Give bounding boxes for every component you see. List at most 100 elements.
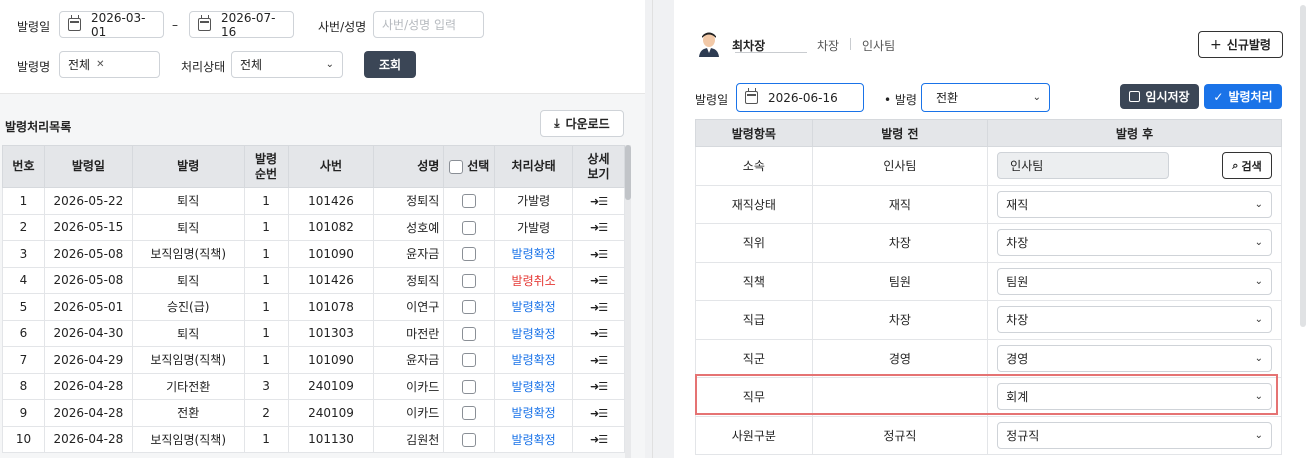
list-scrollbar[interactable]	[625, 145, 631, 458]
cell-select[interactable]	[443, 293, 496, 321]
cell-no: 3	[2, 240, 45, 268]
new-appointment-button[interactable]: + 신규발령	[1198, 31, 1283, 58]
detail-view-icon[interactable]: ➜☰	[590, 407, 608, 420]
cell-select[interactable]	[443, 187, 496, 215]
after-select[interactable]: 재직 ⌄	[997, 190, 1272, 218]
cell-no: 6	[2, 319, 45, 347]
cell-select[interactable]	[443, 425, 496, 453]
process-label: 발령처리	[1228, 90, 1273, 104]
cell-select[interactable]	[443, 399, 496, 427]
table-row[interactable]: 6 2026-04-30 퇴직 1 101303 마전란 발령확정 ➜☰	[2, 319, 625, 347]
cell-detail[interactable]: ➜☰	[572, 425, 625, 453]
cell-date: 2026-04-29	[43, 346, 133, 374]
emp-search-input[interactable]: 사번/성명 입력	[373, 11, 484, 38]
cell-name: 정퇴직	[373, 187, 445, 215]
row-checkbox[interactable]	[462, 406, 477, 420]
name-underline	[735, 52, 807, 53]
detail-view-icon[interactable]: ➜☰	[590, 380, 608, 393]
table-row[interactable]: 1 2026-05-22 퇴직 1 101426 정퇴직 가발령 ➜☰	[2, 187, 625, 215]
type-label: 발령명	[17, 60, 51, 74]
cell-detail[interactable]: ➜☰	[572, 319, 625, 347]
right-scrollbar[interactable]	[1300, 5, 1306, 327]
row-checkbox[interactable]	[462, 326, 477, 341]
row-checkbox[interactable]	[462, 353, 477, 367]
temp-save-button[interactable]: 임시저장	[1120, 84, 1199, 109]
table-row[interactable]: 10 2026-04-28 보직임명(직책) 1 101130 김원천 발령확정 ➜☰	[2, 425, 625, 453]
date-from-field[interactable]: 2026-03-01	[59, 11, 164, 39]
org-search-button[interactable]: ⌕ 검색	[1222, 152, 1272, 180]
cell-detail[interactable]: ➜☰	[572, 240, 625, 268]
after-select[interactable]: 정규직 ⌄	[997, 421, 1272, 449]
cell-select[interactable]	[443, 372, 496, 400]
col-select[interactable]: 선택	[443, 145, 496, 188]
detail-date-field[interactable]: 2026-06-16	[736, 83, 864, 112]
cell-before: 차장	[811, 300, 989, 340]
row-checkbox[interactable]	[462, 379, 477, 394]
cell-detail[interactable]: ➜☰	[572, 266, 625, 294]
detail-view-icon[interactable]: ➜☰	[590, 433, 608, 446]
row-checkbox[interactable]	[462, 194, 477, 208]
table-row[interactable]: 7 2026-04-29 보직임명(직책) 1 101090 윤자금 발령확정 ➜☰	[2, 346, 625, 374]
search-button[interactable]: 조회	[364, 51, 416, 78]
cell-detail[interactable]: ➜☰	[572, 293, 625, 321]
detail-type-select[interactable]: 전환 ⌄	[921, 83, 1050, 112]
cell-select[interactable]	[443, 346, 496, 374]
chevron-down-icon: ⌄	[1254, 391, 1263, 403]
detail-view-icon[interactable]: ➜☰	[590, 354, 608, 367]
table-row[interactable]: 2 2026-05-15 퇴직 1 101082 성호예 가발령 ➜☰	[2, 213, 625, 241]
cell-detail[interactable]: ➜☰	[572, 213, 625, 241]
cell-after: 인사팀 ⌕ 검색	[987, 146, 1282, 186]
col-status: 처리상태	[494, 145, 574, 188]
cell-detail[interactable]: ➜☰	[572, 372, 625, 400]
cell-no: 5	[2, 293, 45, 321]
cell-date: 2026-04-30	[43, 319, 133, 347]
detail-view-icon[interactable]: ➜☰	[590, 274, 608, 287]
detail-view-icon[interactable]: ➜☰	[590, 327, 608, 340]
after-select[interactable]: 차장 ⌄	[997, 229, 1272, 257]
download-button[interactable]: ⤓ 다운로드	[540, 110, 624, 137]
after-select[interactable]: 경영 ⌄	[997, 344, 1272, 372]
type-field[interactable]: 전체 ✕	[59, 51, 160, 78]
detail-view-icon[interactable]: ➜☰	[590, 221, 608, 234]
cell-select[interactable]	[443, 213, 496, 241]
row-checkbox[interactable]	[462, 220, 477, 235]
cell-select[interactable]	[443, 266, 496, 294]
select-all-checkbox[interactable]	[449, 159, 464, 174]
detail-view-icon[interactable]: ➜☰	[590, 301, 608, 314]
row-checkbox[interactable]	[462, 300, 477, 314]
date-to-field[interactable]: 2026-07-16	[189, 11, 294, 39]
table-row[interactable]: 5 2026-05-01 승진(급) 1 101078 이연구 발령확정 ➜☰	[2, 293, 625, 321]
detail-view-icon[interactable]: ➜☰	[590, 195, 608, 208]
detail-row: 직책 팀원 팀원 ⌄	[695, 261, 1282, 301]
download-label: 다운로드	[565, 117, 610, 131]
row-checkbox[interactable]	[462, 273, 477, 288]
detail-row: 사원구분 정규직 정규직 ⌄	[695, 415, 1282, 455]
row-checkbox[interactable]	[462, 247, 477, 261]
row-checkbox[interactable]	[462, 432, 477, 447]
process-button[interactable]: ✓ 발령처리	[1204, 84, 1282, 109]
after-select[interactable]: 팀원 ⌄	[997, 267, 1272, 295]
after-value: 재직	[1006, 197, 1029, 212]
after-select[interactable]: 회계 ⌄	[997, 383, 1272, 411]
cell-select[interactable]	[443, 240, 496, 268]
cell-detail[interactable]: ➜☰	[572, 399, 625, 427]
cell-type: 보직임명(직책)	[131, 425, 245, 453]
cell-detail[interactable]: ➜☰	[572, 346, 625, 374]
status-select[interactable]: 전체 ⌄	[231, 51, 343, 78]
table-row[interactable]: 8 2026-04-28 기타전환 3 240109 이카드 발령확정 ➜☰	[2, 372, 625, 400]
table-row[interactable]: 4 2026-05-08 퇴직 1 101426 정퇴직 발령취소 ➜☰	[2, 266, 625, 294]
plus-icon: +	[1210, 36, 1222, 53]
cell-seq: 1	[243, 346, 289, 374]
after-select[interactable]: 차장 ⌄	[997, 306, 1272, 334]
clear-icon[interactable]: ✕	[96, 59, 104, 70]
table-row[interactable]: 9 2026-04-28 전환 2 240109 이카드 발령확정 ➜☰	[2, 399, 625, 427]
scrollbar-thumb[interactable]	[625, 145, 631, 200]
chevron-down-icon: ⌄	[1254, 237, 1263, 249]
col-seq-line1: 발령	[255, 151, 278, 166]
table-row[interactable]: 3 2026-05-08 보직임명(직책) 1 101090 윤자금 발령확정 ➜☰	[2, 240, 625, 268]
after-value: 경영	[1006, 351, 1029, 366]
cell-select[interactable]	[443, 319, 496, 347]
cell-detail[interactable]: ➜☰	[572, 187, 625, 215]
cell-emp-no: 101130	[287, 425, 375, 453]
detail-view-icon[interactable]: ➜☰	[590, 248, 608, 261]
